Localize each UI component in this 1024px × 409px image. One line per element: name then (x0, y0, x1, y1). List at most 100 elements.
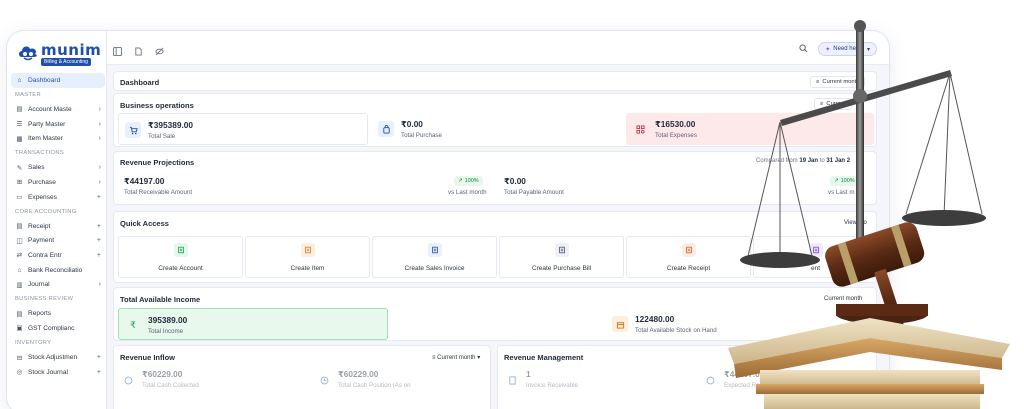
income-title: Total Available Income (120, 295, 201, 304)
sidebar-item-item-master[interactable]: ▦ Item Master › (7, 131, 107, 146)
receivable-amount: ₹44197.00 (124, 176, 165, 186)
cash-collected-amount: ₹60229.00 (142, 369, 183, 379)
sidebar-item-gst-complianc[interactable]: ▣ GST Complianc (7, 321, 107, 336)
quick-access-label: Create Sales Invoice (404, 265, 465, 272)
sidebar-item-party-master[interactable]: ☰ Party Master › (7, 117, 107, 132)
quick-access-label: Create Account (158, 265, 203, 272)
brand-logo: munim Billing & Accounting (17, 41, 101, 67)
plus-icon: + (96, 237, 101, 245)
sidebar-item-bank-reconciliatio[interactable]: ⌂ Bank Reconciliatio (7, 263, 107, 278)
cart-icon (125, 122, 141, 138)
sidebar-item-sales[interactable]: ✎ Sales › (7, 161, 107, 176)
inflow-period-select[interactable]: ≡ Current month ▾ (432, 354, 480, 361)
sidebar-item-reports[interactable]: ▤ Reports (7, 307, 107, 322)
item-box-icon (300, 243, 315, 257)
chevron-right-icon: › (98, 178, 101, 186)
chevron-right-icon: › (98, 105, 101, 113)
quick-access-create-sales-invoice[interactable]: Create Sales Invoice (372, 236, 497, 278)
sidebar-item-journal[interactable]: ▥ Journal › (7, 277, 107, 292)
document-icon[interactable] (134, 43, 143, 56)
trend-up-icon: ↗ (458, 178, 463, 184)
cash-icon (120, 372, 136, 388)
revenue-inflow-card: Revenue Inflow ≡ Current month ▾ ₹60229.… (113, 345, 491, 409)
sidebar-item-label: Purchase (28, 178, 56, 186)
sidebar-item-receipt[interactable]: ▤ Receipt + (7, 219, 107, 234)
sidebar-item-stock-journal[interactable]: ◎ Stock Journal + (7, 365, 107, 380)
total-sale-label: Total Sale (148, 133, 176, 140)
sidebar-item-expenses[interactable]: ▭ Expenses + (7, 190, 107, 205)
quick-access-create-item[interactable]: Create Item (245, 236, 370, 278)
sidebar-item-dashboard[interactable]: ⌂ Dashboard (11, 73, 105, 88)
revenue-inflow-title: Revenue Inflow (120, 353, 176, 362)
sidebar-item-stock-adjustmen[interactable]: ⊟ Stock Adjustmen + (7, 350, 107, 365)
quick-access-label: Create Purchase Bill (531, 265, 592, 272)
sidebar-section-master: MASTER (15, 91, 41, 98)
sidebar-item-label: Account Maste (28, 105, 72, 113)
receivable-trend-value: 100% (464, 178, 479, 184)
home-icon: ⌂ (17, 76, 22, 84)
stage: munim Billing & Accounting ⌂ Dashboard MAS… (0, 0, 1024, 409)
page-title: Dashboard (120, 78, 160, 87)
party-icon: ☰ (16, 121, 23, 129)
invoice-receivable-count: 1 (526, 369, 531, 379)
quick-access-create-purchase-bill[interactable]: Create Purchase Bill (499, 236, 624, 278)
sidebar-item-label: Sales (28, 164, 45, 172)
stock-journal-icon: ◎ (16, 369, 23, 377)
rupee-icon: ₹ (130, 319, 136, 330)
clock-icon (316, 372, 332, 388)
payable-amount: ₹0.00 (504, 176, 526, 186)
sidebar-item-contra-entr[interactable]: ⇄ Contra Entr + (7, 248, 107, 263)
revenue-management-title: Revenue Management (504, 353, 584, 362)
business-operations-title: Business operations (120, 101, 194, 110)
expected-icon (702, 372, 718, 388)
sidebar-item-payment[interactable]: ◫ Payment + (7, 234, 107, 249)
sidebar-section-inventory: INVENTORY (15, 339, 52, 346)
total-income-card[interactable]: ₹ 395389.00 Total Income (118, 308, 388, 340)
reports-icon: ▤ (16, 310, 23, 318)
sidebar: munim Billing & Accounting ⌂ Dashboard MAS… (7, 31, 107, 409)
sidebar-item-label: Bank Reconciliatio (28, 266, 83, 274)
sales-invoice-icon (427, 243, 442, 257)
item-icon: ▦ (16, 135, 23, 143)
revenue-projections-title: Revenue Projections (120, 158, 195, 167)
chevron-right-icon: › (98, 281, 101, 289)
total-expenses-amount: ₹16530.00 (655, 119, 696, 129)
invoice-icon (504, 372, 520, 388)
sidebar-item-label: Stock Journal (28, 368, 68, 376)
sidebar-item-label: Payment (28, 237, 55, 245)
plus-icon: + (96, 222, 101, 230)
bag-icon (378, 121, 394, 137)
quick-access-label: Create Item (290, 265, 325, 272)
account-icon: ▤ (16, 106, 23, 114)
cash-position-label: Total Cash Position (As on (338, 382, 411, 389)
total-expenses-label: Total Expenses (655, 132, 697, 139)
brand-tagline: Billing & Accounting (41, 58, 91, 66)
chevron-right-icon: › (98, 120, 101, 128)
sidebar-item-label: Item Master (28, 135, 63, 143)
stock-amount: 122480.00 (635, 314, 675, 324)
sidebar-item-label: Receipt (28, 222, 51, 230)
sidebar-item-purchase[interactable]: ⊞ Purchase › (7, 175, 107, 190)
plus-icon: + (96, 193, 101, 201)
sidebar-item-label: Dashboard (28, 76, 61, 84)
sidebar-section-business-review: BUSINESS REVIEW (15, 296, 74, 303)
purchase-bill-icon (554, 243, 569, 257)
receivable-label: Total Receivable Amount (124, 189, 193, 196)
sidebar-nav: ⌂ Dashboard MASTER ▤ Account Maste › ☰ Party Ma… (7, 73, 107, 379)
receivable-trend-label: vs Last month (448, 189, 487, 196)
chevron-right-icon: › (98, 164, 101, 172)
sidebar-item-account-maste[interactable]: ▤ Account Maste › (7, 102, 107, 117)
plus-icon: + (96, 368, 101, 376)
total-sale-card[interactable]: ₹395389.00 Total Sale (118, 113, 368, 145)
chevron-down-icon: ▾ (477, 355, 481, 361)
inflow-period-label: Current month (437, 355, 476, 361)
total-purchase-card[interactable]: ₹0.00 Total Purchase (372, 113, 622, 145)
quick-access-create-account[interactable]: Create Account (118, 236, 243, 278)
plus-icon: + (96, 354, 101, 362)
journal-icon: ▥ (16, 281, 23, 289)
total-income-amount: 395389.00 (148, 315, 188, 325)
sidebar-toggle-icon[interactable] (113, 43, 122, 56)
eye-off-icon[interactable] (155, 43, 164, 56)
cash-collected-label: Total Cash Collected (142, 382, 199, 389)
stock-icon: ⊟ (16, 354, 23, 362)
